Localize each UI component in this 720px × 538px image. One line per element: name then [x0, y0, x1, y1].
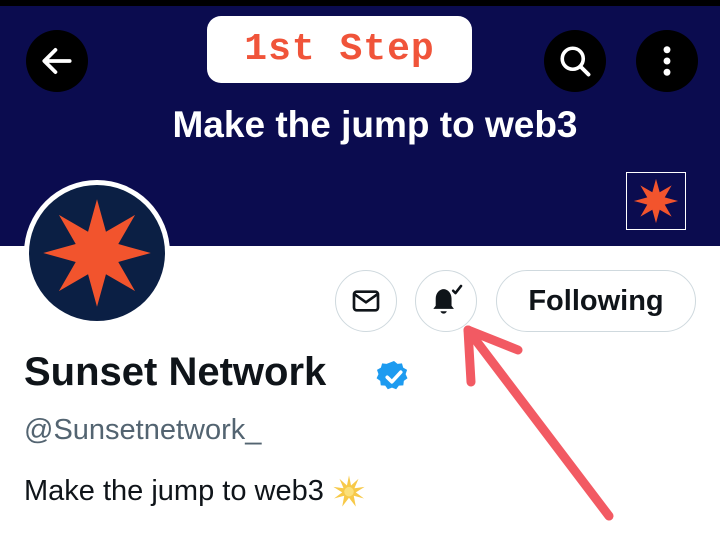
annotation-arrow — [463, 325, 614, 521]
